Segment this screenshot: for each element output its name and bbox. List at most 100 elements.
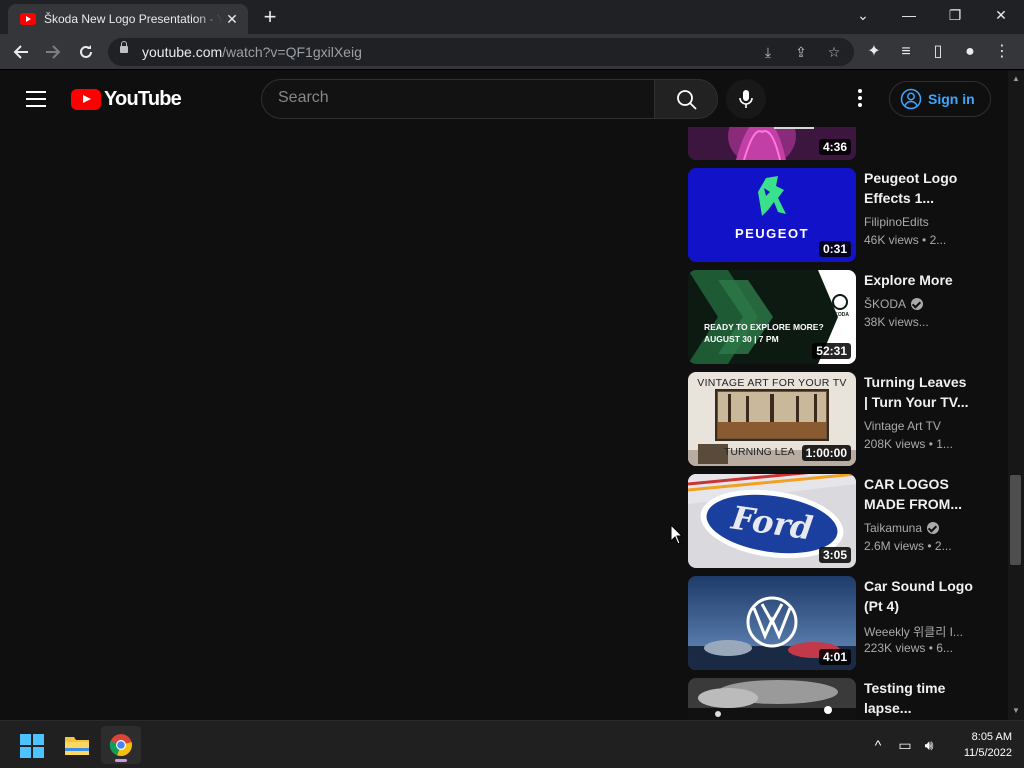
video-thumbnail[interactable]: 4:36 (688, 127, 856, 160)
svg-text:TURNING LEA: TURNING LEA (724, 446, 795, 458)
verified-badge-icon (927, 522, 940, 534)
install-app-icon[interactable]: ⤓ (758, 42, 778, 62)
active-app-indicator (115, 759, 127, 762)
folder-icon (65, 737, 89, 755)
video-thumbnail[interactable]: PEUGEOT 0:31 (688, 168, 856, 262)
account-circle-icon (900, 88, 922, 110)
url-text: youtube.com/watch?v=QF1gxilXeig (142, 44, 362, 60)
video-metadata: 223K views • 6... (864, 641, 953, 655)
list-item[interactable]: VINTAGE ART FOR YOUR TV TURNING LEA 1:00… (688, 372, 988, 466)
video-metadata: 46K views • 2... (864, 233, 947, 247)
video-title[interactable]: Peugeot Logo Effects 1... (864, 168, 974, 208)
video-metadata: 2.6M views • 2... (864, 539, 952, 553)
windows-start-icon[interactable] (20, 734, 44, 758)
minimize-button[interactable]: — (886, 0, 932, 32)
clock-time: 8:05 AM (971, 731, 1012, 743)
system-clock[interactable]: 8:05 AM 11/5/2022 (944, 729, 1012, 761)
video-duration: 4:01 (818, 649, 851, 665)
channel-name[interactable]: FilipinoEdits (864, 215, 929, 229)
back-button[interactable] (9, 40, 33, 64)
reload-icon (80, 45, 92, 58)
video-thumbnail[interactable]: Ford 3:05 (688, 474, 856, 568)
svg-text:PEUGEOT: PEUGEOT (735, 226, 809, 241)
address-bar[interactable]: youtube.com/watch?v=QF1gxilXeig ⤓ ⇪ ☆ (108, 38, 854, 66)
sign-in-button[interactable]: Sign in (889, 81, 991, 117)
list-item[interactable]: Ford 3:05 CAR LOGOS MADE FROM... Taikamu… (688, 474, 988, 568)
video-thumbnail[interactable] (688, 678, 856, 720)
recommendations-list: 4:36 PEUGEOT 0:31 Peugeot Logo Effects 1… (0, 127, 1008, 720)
scroll-up-arrow-icon[interactable]: ▲ (1008, 72, 1024, 86)
extensions-icon[interactable]: ✦ (862, 40, 886, 64)
media-control-icon[interactable]: ≡ (894, 40, 918, 64)
mouse-cursor-icon (670, 524, 684, 545)
youtube-logo[interactable]: YouTube (71, 88, 182, 111)
browser-tab[interactable]: Škoda New Logo Presentation - YouTube ✕ (8, 4, 248, 34)
network-icon[interactable]: ▭ (896, 736, 914, 754)
svg-text:AUGUST 30 | 7 PM: AUGUST 30 | 7 PM (704, 334, 779, 344)
search-box (261, 79, 655, 119)
share-icon[interactable]: ⇪ (791, 42, 811, 62)
close-tab-icon[interactable]: ✕ (224, 11, 240, 27)
restore-button[interactable]: ❐ (932, 0, 978, 32)
settings-more-icon[interactable] (848, 87, 872, 111)
profile-icon[interactable]: ● (958, 40, 982, 64)
new-tab-button[interactable]: + (258, 6, 282, 30)
search-button[interactable] (654, 79, 718, 119)
time-lapse-thumbnail-icon (688, 678, 856, 720)
youtube-favicon-icon (20, 13, 36, 25)
channel-name[interactable]: Vintage Art TV (864, 419, 941, 433)
list-item[interactable]: 4:01 Car Sound Logo (Pt 4) Weeekly 위클리 I… (688, 576, 988, 670)
page-scrollbar[interactable] (1008, 71, 1024, 720)
video-duration: 4:36 (818, 139, 851, 155)
forward-arrow-icon (46, 45, 61, 59)
forward-button[interactable] (41, 40, 65, 64)
file-explorer-taskbar-item[interactable] (57, 726, 97, 764)
voice-search-button[interactable] (726, 79, 766, 119)
lock-icon (120, 41, 128, 53)
video-title[interactable]: Turning Leaves | Turn Your TV... (864, 372, 974, 412)
channel-name[interactable]: Taikamuna (864, 521, 940, 535)
search-input[interactable] (278, 89, 638, 107)
list-item[interactable]: 4:36 (688, 127, 988, 160)
list-item[interactable]: PEUGEOT 0:31 Peugeot Logo Effects 1... F… (688, 168, 988, 262)
tab-search-icon[interactable]: ⌄ (840, 0, 886, 32)
video-title[interactable]: Car Sound Logo (Pt 4) (864, 576, 974, 616)
video-duration: 0:31 (818, 241, 851, 257)
video-title[interactable]: CAR LOGOS MADE FROM... (864, 474, 974, 514)
browser-titlebar: Škoda New Logo Presentation - YouTube ✕ … (0, 0, 1024, 34)
video-duration: 3:05 (818, 547, 851, 563)
svg-text:Ford: Ford (728, 498, 815, 547)
search-icon (677, 90, 697, 110)
reload-button[interactable] (74, 40, 98, 64)
clock-date: 11/5/2022 (963, 747, 1012, 759)
chrome-icon (109, 734, 132, 757)
chrome-taskbar-item[interactable] (101, 726, 141, 764)
svg-text:VINTAGE ART FOR YOUR TV: VINTAGE ART FOR YOUR TV (697, 377, 846, 389)
tab-title: Škoda New Logo Presentation - YouTube (44, 12, 222, 26)
show-hidden-icons-chevron-icon[interactable]: ^ (869, 736, 887, 754)
close-window-button[interactable]: ✕ (978, 0, 1024, 32)
channel-name[interactable]: Weeekly 위클리 I... (864, 623, 963, 640)
list-item[interactable]: Testing time lapse... (688, 678, 988, 720)
volume-icon[interactable]: 🔊︎ (920, 736, 938, 754)
channel-name[interactable]: ŠKODA (864, 297, 924, 311)
video-metadata: 208K views • 1... (864, 437, 953, 451)
list-item[interactable]: READY TO EXPLORE MORE? AUGUST 30 | 7 PM … (688, 270, 988, 364)
video-thumbnail[interactable]: READY TO EXPLORE MORE? AUGUST 30 | 7 PM … (688, 270, 856, 364)
video-duration: 1:00:00 (801, 445, 851, 461)
chrome-menu-icon[interactable]: ⋮ (990, 40, 1014, 64)
svg-text:READY TO EXPLORE MORE?: READY TO EXPLORE MORE? (704, 322, 824, 332)
video-thumbnail[interactable]: VINTAGE ART FOR YOUR TV TURNING LEA 1:00… (688, 372, 856, 466)
guide-menu-icon[interactable] (26, 91, 46, 107)
video-title[interactable]: Testing time lapse... (864, 678, 974, 718)
scroll-down-arrow-icon[interactable]: ▼ (1008, 704, 1024, 718)
video-thumbnail[interactable]: 4:01 (688, 576, 856, 670)
scrollbar-thumb[interactable] (1010, 475, 1021, 565)
bookmark-star-icon[interactable]: ☆ (824, 42, 844, 62)
browser-toolbar: youtube.com/watch?v=QF1gxilXeig ⤓ ⇪ ☆ ✦ … (0, 34, 1024, 70)
video-metadata: 38K views... (864, 315, 929, 329)
svg-text:ŠKODA: ŠKODA (831, 310, 849, 318)
back-arrow-icon (13, 45, 28, 59)
video-title[interactable]: Explore More (864, 270, 974, 290)
side-panel-icon[interactable]: ▯ (926, 40, 950, 64)
